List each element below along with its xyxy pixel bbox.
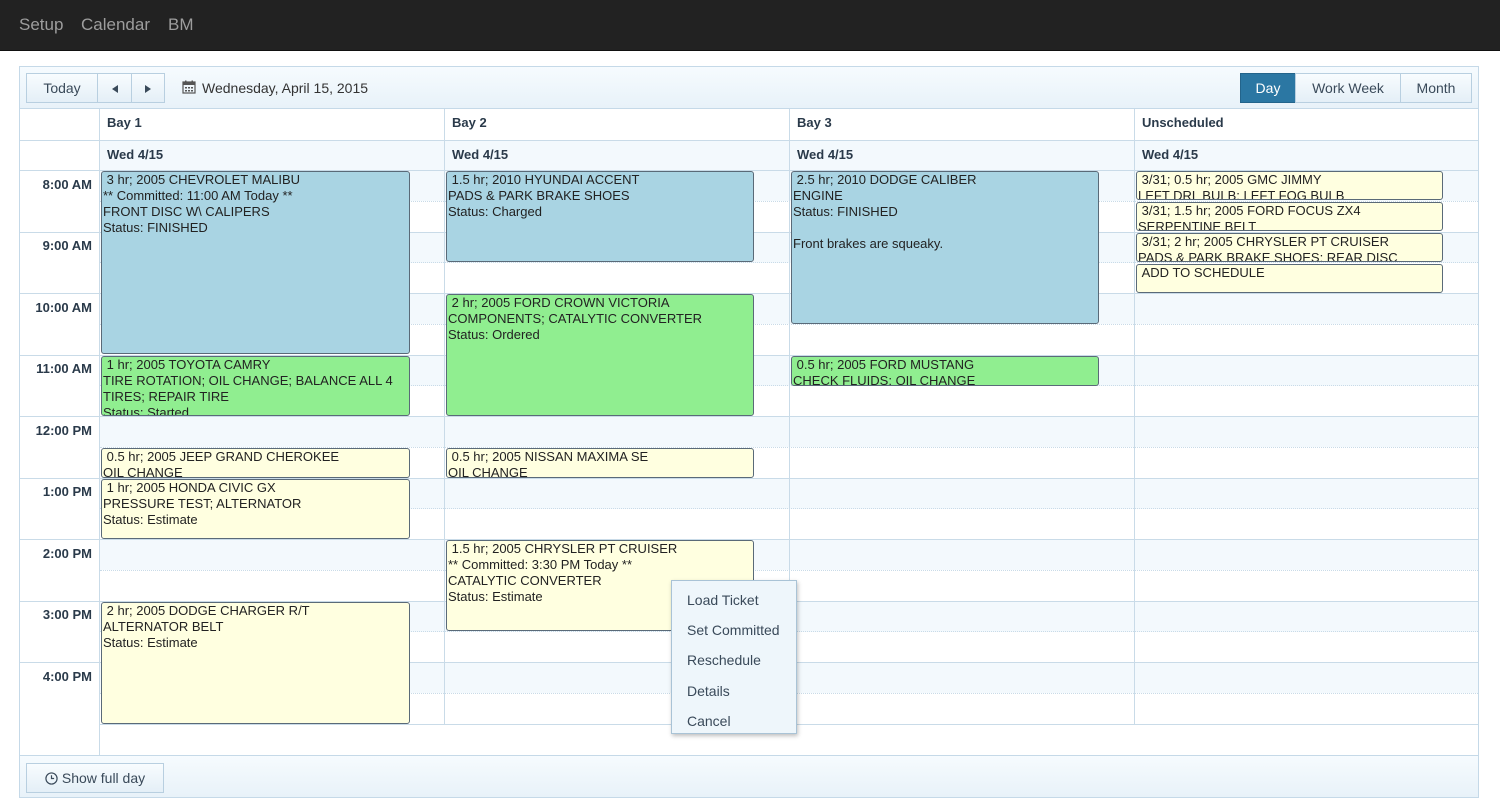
- time-label: 8:00 AM: [42, 177, 92, 192]
- view-work-week-button[interactable]: Work Week: [1295, 73, 1401, 103]
- event-line: 2 hr; 2005 FORD CROWN VICTORIA: [448, 295, 670, 310]
- event-line: LEFT DRL BULB; LEFT FOG BULB: [1138, 188, 1345, 200]
- event-line: Status: FINISHED: [793, 204, 898, 219]
- event-line: 0.5 hr; 2005 NISSAN MAXIMA SE: [448, 449, 649, 464]
- event-line: OIL CHANGE: [448, 465, 528, 478]
- event-line: 1 hr; 2005 TOYOTA CAMRY: [103, 357, 271, 372]
- time-label: 4:00 PM: [42, 669, 92, 684]
- event-line: [793, 220, 1098, 236]
- event-unscheduled-ford-focus[interactable]: 3/31; 1.5 hr; 2005 FORD FOCUS ZX4 SERPEN…: [1136, 202, 1443, 231]
- resource-header-unscheduled: Unscheduled: [1135, 109, 1478, 140]
- event-line: TIRE ROTATION; OIL CHANGE; BALANCE ALL 4…: [103, 373, 397, 404]
- event-unscheduled-gmc-jimmy[interactable]: 3/31; 0.5 hr; 2005 GMC JIMMY LEFT DRL BU…: [1136, 171, 1443, 200]
- calendar-icon[interactable]: [182, 80, 196, 94]
- date-header: Wed 4/15: [1135, 140, 1478, 170]
- event-context-menu: Load Ticket Set Committed Reschedule Det…: [671, 580, 797, 734]
- event-line: PRESSURE TEST; ALTERNATOR: [103, 496, 302, 511]
- menu-load-ticket[interactable]: Load Ticket: [672, 583, 796, 613]
- event-bay1-jeep-grand-cherokee[interactable]: 0.5 hr; 2005 JEEP GRAND CHEROKEE OIL CHA…: [101, 448, 410, 478]
- time-label: 2:00 PM: [42, 546, 92, 561]
- event-bay3-ford-mustang[interactable]: 0.5 hr; 2005 FORD MUSTANG CHECK FLUIDS; …: [791, 356, 1099, 386]
- event-line: Status: FINISHED: [103, 220, 208, 235]
- event-bay1-honda-civic[interactable]: 1 hr; 2005 HONDA CIVIC GX PRESSURE TEST;…: [101, 479, 410, 539]
- resource-header-bay-3: Bay 3: [790, 109, 1134, 140]
- event-bay3-dodge-caliber[interactable]: 2.5 hr; 2010 DODGE CALIBER ENGINE Status…: [791, 171, 1099, 324]
- menu-reschedule[interactable]: Reschedule: [672, 643, 796, 673]
- view-day-button[interactable]: Day: [1240, 73, 1296, 103]
- event-line: Status: Estimate: [103, 635, 198, 650]
- show-full-day-label: Show full day: [61, 770, 146, 786]
- event-line: ** Committed: 11:00 AM Today **: [103, 188, 293, 203]
- resource-header-bay-1: Bay 1: [100, 109, 444, 140]
- event-line: PADS & PARK BRAKE SHOES: [448, 188, 630, 203]
- prev-button[interactable]: [97, 73, 132, 103]
- event-line: 2 hr; 2005 DODGE CHARGER R/T: [103, 603, 310, 618]
- event-line: Status: Charged: [448, 204, 542, 219]
- view-month-button[interactable]: Month: [1400, 73, 1472, 103]
- event-line: OIL CHANGE: [103, 465, 183, 478]
- top-navbar: Setup Calendar BM: [0, 0, 1500, 51]
- time-label: 10:00 AM: [35, 300, 92, 315]
- event-line: Front brakes are squeaky.: [793, 236, 944, 251]
- resource-header-bay-2: Bay 2: [445, 109, 789, 140]
- event-line: 3/31; 2 hr; 2005 CHRYSLER PT CRUISER: [1138, 234, 1389, 249]
- event-bay1-toyota-camry[interactable]: 1 hr; 2005 TOYOTA CAMRY TIRE ROTATION; O…: [101, 356, 410, 416]
- event-line: 2.5 hr; 2010 DODGE CALIBER: [793, 172, 977, 187]
- event-line: 1 hr; 2005 HONDA CIVIC GX: [103, 480, 276, 495]
- event-line: ENGINE: [793, 188, 843, 203]
- nav-setup[interactable]: Setup: [19, 15, 63, 35]
- scheduler-footer: Show full day: [20, 755, 1478, 797]
- event-line: 3/31; 0.5 hr; 2005 GMC JIMMY: [1138, 172, 1322, 187]
- event-line: ALTERNATOR BELT: [103, 619, 224, 634]
- event-line: 1.5 hr; 2005 CHRYSLER PT CRUISER: [448, 541, 678, 556]
- next-button[interactable]: [131, 73, 165, 103]
- triangle-left-icon: [111, 85, 118, 93]
- event-line: Status: Estimate: [103, 512, 198, 527]
- time-label: 11:00 AM: [36, 361, 92, 376]
- time-label: 3:00 PM: [42, 607, 92, 622]
- today-button[interactable]: Today: [26, 73, 98, 103]
- event-line: COMPONENTS; CATALYTIC CONVERTER: [448, 311, 703, 326]
- time-label: 12:00 PM: [35, 423, 92, 438]
- event-bay1-chevrolet-malibu[interactable]: 3 hr; 2005 CHEVROLET MALIBU ** Committed…: [101, 171, 410, 354]
- menu-set-committed[interactable]: Set Committed: [672, 613, 796, 643]
- event-bay2-nissan-maxima[interactable]: 0.5 hr; 2005 NISSAN MAXIMA SE OIL CHANGE: [446, 448, 754, 478]
- clock-icon: [45, 772, 58, 785]
- event-line: 3 hr; 2005 CHEVROLET MALIBU: [103, 172, 301, 187]
- event-line: ADD TO SCHEDULE: [1138, 265, 1265, 280]
- event-unscheduled-chrysler-pt-cruiser[interactable]: 3/31; 2 hr; 2005 CHRYSLER PT CRUISER PAD…: [1136, 233, 1443, 262]
- event-line: 0.5 hr; 2005 FORD MUSTANG: [793, 357, 975, 372]
- event-line: Status: Started: [103, 405, 189, 416]
- event-bay1-dodge-charger[interactable]: 2 hr; 2005 DODGE CHARGER R/T ALTERNATOR …: [101, 602, 410, 724]
- event-line: CHECK FLUIDS; OIL CHANGE: [793, 373, 976, 386]
- nav-bm[interactable]: BM: [168, 15, 194, 35]
- event-bay2-hyundai-accent[interactable]: 1.5 hr; 2010 HYUNDAI ACCENT PADS & PARK …: [446, 171, 754, 262]
- time-label: 1:00 PM: [42, 484, 92, 499]
- time-label: 9:00 AM: [42, 238, 92, 253]
- event-line: PADS & PARK BRAKE SHOES; REAR DISC: [1138, 250, 1398, 262]
- event-line: 3/31; 1.5 hr; 2005 FORD FOCUS ZX4: [1138, 203, 1361, 218]
- event-line: FRONT DISC W\ CALIPERS: [103, 204, 270, 219]
- event-line: 1.5 hr; 2010 HYUNDAI ACCENT: [448, 172, 640, 187]
- scheduler-toolbar: Today Wednesday, April 15, 2015 Day Work…: [20, 67, 1478, 109]
- event-line: Status: Ordered: [448, 327, 540, 342]
- event-line: 0.5 hr; 2005 JEEP GRAND CHEROKEE: [103, 449, 340, 464]
- show-full-day-button[interactable]: Show full day: [26, 763, 164, 793]
- nav-calendar[interactable]: Calendar: [81, 15, 150, 35]
- event-line: SERPENTINE BELT: [1138, 219, 1257, 231]
- current-date[interactable]: Wednesday, April 15, 2015: [202, 80, 368, 96]
- date-header: Wed 4/15: [445, 140, 789, 170]
- triangle-right-icon: [145, 85, 151, 93]
- add-to-schedule-button[interactable]: ADD TO SCHEDULE: [1136, 264, 1443, 293]
- date-header: Wed 4/15: [790, 140, 1134, 170]
- event-bay2-ford-crown-victoria[interactable]: 2 hr; 2005 FORD CROWN VICTORIA COMPONENT…: [446, 294, 754, 416]
- menu-details[interactable]: Details: [672, 674, 796, 704]
- menu-cancel[interactable]: Cancel: [672, 704, 796, 734]
- date-header: Wed 4/15: [100, 140, 444, 170]
- event-line: ** Committed: 3:30 PM Today **: [448, 557, 633, 572]
